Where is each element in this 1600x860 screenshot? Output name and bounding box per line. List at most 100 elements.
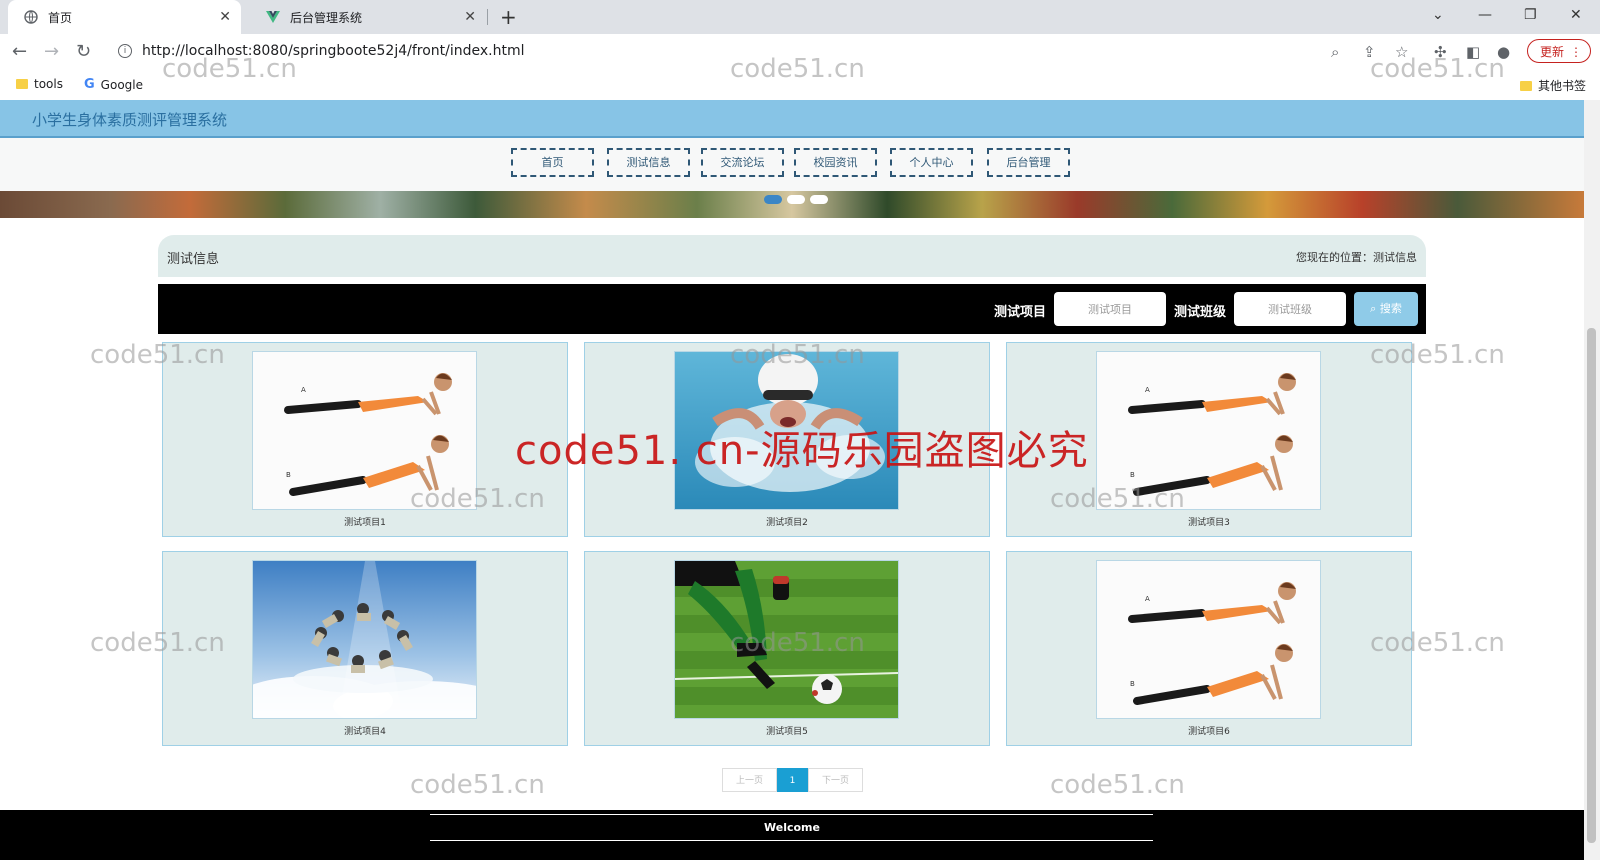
scrollbar-thumb[interactable] [1587, 328, 1596, 843]
more-menu-icon: ⋮ [1570, 45, 1582, 59]
test-item-card[interactable]: 测试项目2 [584, 342, 990, 537]
section-title: 测试信息 [167, 252, 220, 267]
nav-admin[interactable]: 后台管理 [987, 148, 1070, 177]
plank-exercise-image[interactable]: A B [252, 351, 477, 510]
new-tab-icon[interactable]: + [500, 5, 517, 29]
close-window-icon[interactable]: ✕ [1570, 4, 1582, 26]
vue-logo-icon [266, 10, 280, 24]
test-item-name[interactable]: 测试项目1 [163, 515, 567, 528]
main-nav: 首页 测试信息 交流论坛 校园资讯 个人中心 后台管理 [0, 138, 1584, 191]
test-item-name[interactable]: 测试项目3 [1007, 515, 1411, 528]
browser-tab-title: 首页 [48, 10, 73, 25]
nav-campus-news[interactable]: 校园资讯 [794, 148, 877, 177]
plank-exercise-image[interactable]: A B [1096, 351, 1321, 510]
site-footer: Welcome [0, 810, 1584, 860]
minimize-icon[interactable]: — [1478, 4, 1492, 26]
footer-divider [430, 840, 1153, 841]
search-button[interactable]: ⌕ 搜索 [1354, 292, 1418, 326]
test-item-name[interactable]: 测试项目6 [1007, 724, 1411, 737]
bookmark-star-icon[interactable]: ☆ [1395, 43, 1408, 61]
prev-page-button[interactable]: 上一页 [722, 768, 777, 792]
browser-toolbar: ← → ↻ i http://localhost:8080/springboot… [0, 34, 1600, 70]
svg-text:B: B [1130, 471, 1135, 479]
location-text: 您现在的位置：测试信息 [1296, 251, 1417, 264]
test-item-name[interactable]: 测试项目5 [585, 724, 989, 737]
reload-icon[interactable]: ↻ [76, 41, 91, 63]
next-page-button[interactable]: 下一页 [808, 768, 863, 792]
browser-tab-strip: 首页 ✕ 后台管理系统 ✕ + ⌄ — ❐ ✕ [0, 0, 1600, 34]
carousel-dot[interactable] [787, 195, 805, 204]
test-item-input[interactable] [1054, 292, 1166, 326]
bookmark-label: Google [100, 77, 143, 92]
banner-carousel [0, 191, 1584, 218]
url-text[interactable]: http://localhost:8080/springboote52j4/fr… [142, 43, 525, 59]
svg-text:A: A [1145, 595, 1150, 603]
carousel-dot[interactable] [810, 195, 828, 204]
test-class-input[interactable] [1234, 292, 1346, 326]
browser-tab-home[interactable]: 首页 ✕ [8, 0, 241, 34]
footer-divider [430, 814, 1153, 815]
svg-text:B: B [286, 471, 291, 479]
test-item-card[interactable]: A B 测试项目1 [162, 342, 568, 537]
bookmark-tools[interactable]: tools [16, 77, 63, 91]
carousel-indicators [764, 195, 828, 204]
other-bookmarks-label: 其他书签 [1538, 79, 1587, 93]
address-bar[interactable]: i http://localhost:8080/springboote52j4/… [108, 38, 1568, 66]
page-1-button[interactable]: 1 [777, 768, 808, 792]
bookmark-google[interactable]: G Google [84, 77, 143, 92]
carousel-dot[interactable] [764, 195, 782, 204]
search-icon: ⌕ [1370, 302, 1377, 315]
nav-test-info[interactable]: 测试信息 [607, 148, 690, 177]
share-icon[interactable]: ⇪ [1363, 43, 1376, 61]
soccer-kick-image[interactable] [674, 560, 899, 719]
search-button-label: 搜索 [1379, 302, 1402, 315]
nav-home[interactable]: 首页 [511, 148, 594, 177]
plank-exercise-image[interactable]: A B [1096, 560, 1321, 719]
close-tab-icon[interactable]: ✕ [464, 9, 476, 25]
browser-tab-title: 后台管理系统 [290, 10, 363, 25]
close-tab-icon[interactable]: ✕ [219, 9, 231, 25]
site-info-icon[interactable]: i [118, 44, 132, 58]
test-class-label: 测试班级 [1174, 305, 1227, 320]
globe-icon [24, 10, 38, 24]
test-item-card[interactable]: 测试项目5 [584, 551, 990, 746]
nav-forum[interactable]: 交流论坛 [701, 148, 784, 177]
nav-personal-center[interactable]: 个人中心 [890, 148, 973, 177]
svg-text:A: A [301, 386, 306, 394]
test-item-name[interactable]: 测试项目2 [585, 515, 989, 528]
browser-tab-admin[interactable]: 后台管理系统 ✕ [250, 0, 486, 34]
tab-search-icon[interactable]: ⌄ [1432, 4, 1444, 26]
page-scrollbar[interactable] [1584, 100, 1600, 860]
folder-icon [16, 79, 28, 89]
pagination: 上一页 1 下一页 [722, 768, 863, 792]
site-title: 小学生身体素质测评管理系统 [32, 111, 228, 129]
other-bookmarks[interactable]: 其他书签 [1520, 77, 1586, 94]
breadcrumb: 测试信息 您现在的位置：测试信息 [158, 235, 1426, 277]
test-item-name[interactable]: 测试项目4 [163, 724, 567, 737]
zoom-icon[interactable]: ⌕ [1331, 43, 1339, 61]
skydivers-image[interactable] [252, 560, 477, 719]
profile-avatar-icon[interactable]: ● [1497, 43, 1510, 61]
test-item-card[interactable]: A B 测试项目6 [1006, 551, 1412, 746]
side-panel-icon[interactable]: ◧ [1466, 43, 1480, 61]
update-label: 更新 [1540, 45, 1565, 59]
site-header: 小学生身体素质测评管理系统 [0, 100, 1584, 138]
back-icon[interactable]: ← [12, 41, 27, 63]
test-item-card[interactable]: 测试项目4 [162, 551, 568, 746]
svg-text:B: B [1130, 680, 1135, 688]
folder-icon [1520, 80, 1532, 91]
restore-icon[interactable]: ❐ [1524, 4, 1537, 26]
google-icon: G [84, 77, 95, 92]
bookmark-label: tools [34, 77, 63, 91]
page-viewport: 小学生身体素质测评管理系统 首页 测试信息 交流论坛 校园资讯 个人中心 后台管… [0, 100, 1584, 860]
forward-icon[interactable]: → [44, 41, 59, 63]
footer-welcome-text: Welcome [764, 821, 820, 834]
extensions-icon[interactable]: ✣ [1434, 43, 1447, 61]
tab-separator [487, 9, 488, 25]
test-item-card[interactable]: A B 测试项目3 [1006, 342, 1412, 537]
svg-text:A: A [1145, 386, 1150, 394]
bookmarks-bar: tools G Google 其他书签 [0, 70, 1600, 100]
swimmer-image[interactable] [674, 351, 899, 510]
search-panel: 测试项目 测试班级 ⌕ 搜索 [158, 284, 1426, 334]
update-button[interactable]: 更新 ⋮ [1527, 39, 1591, 63]
